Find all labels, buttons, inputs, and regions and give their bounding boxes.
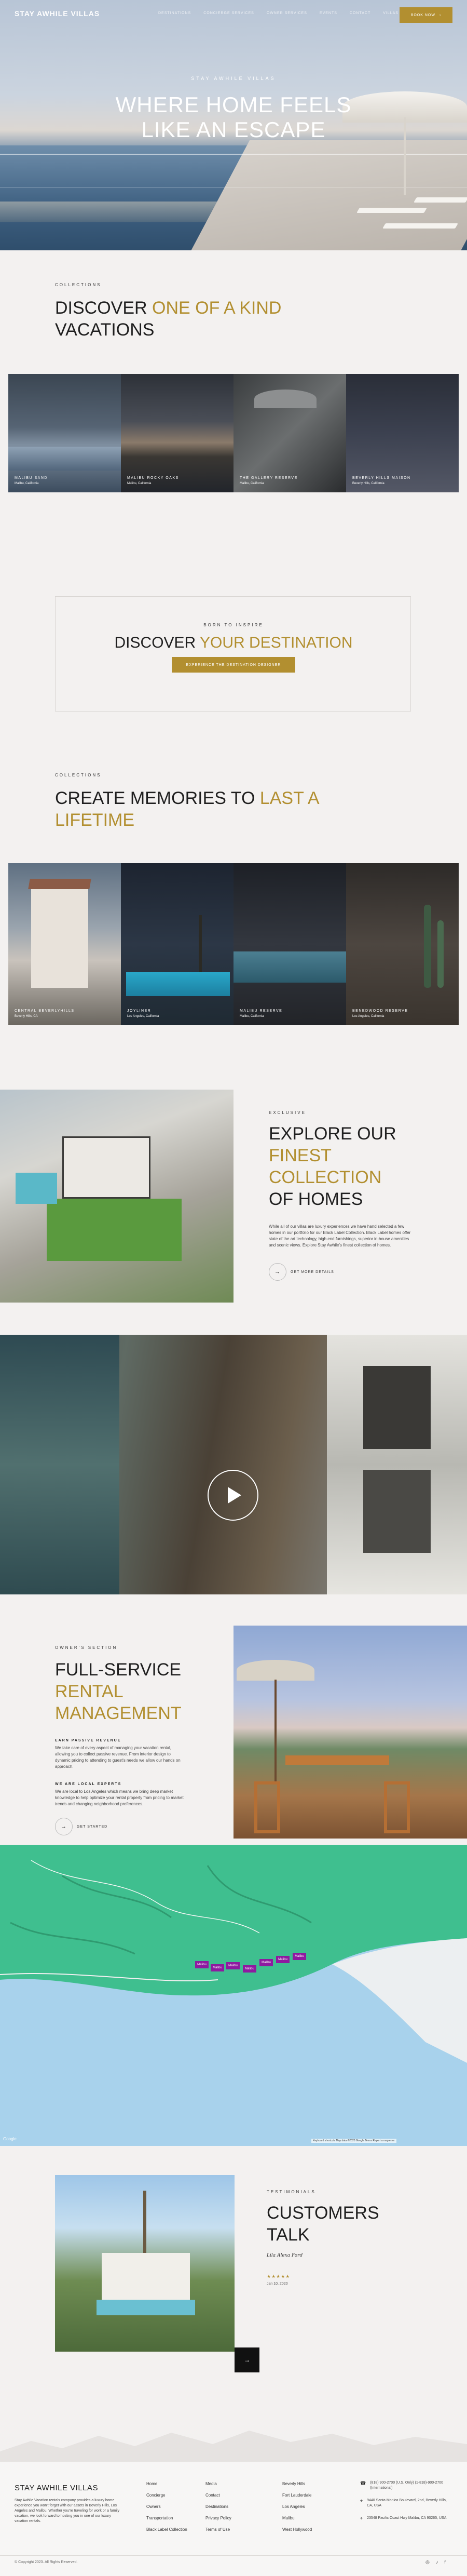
- footer-link[interactable]: Malibu: [282, 2513, 312, 2524]
- property-card-malibu-sand[interactable]: MALIBU SAND Malibu, California: [8, 374, 121, 492]
- testimonial-date: Jan 10, 2020: [267, 2282, 288, 2286]
- property-card-central-beverlyhills[interactable]: CENTRAL BEVERLYHILLS Beverly Hills, CA: [8, 863, 121, 1025]
- property-card-malibu-rocky-oaks[interactable]: MALIBU ROCKY OAKS Malibu, California: [121, 374, 233, 492]
- get-more-details-button[interactable]: → GET MORE DETAILS: [269, 1263, 334, 1281]
- collections-title: DISCOVER ONE OF A KIND VACATIONS: [55, 298, 282, 340]
- get-started-button[interactable]: → GET STARTED: [55, 1818, 107, 1835]
- nav-item-concierge[interactable]: CONCIERGE SERVICES: [203, 11, 254, 15]
- exclusive-aerial-image: [0, 1090, 233, 1303]
- owners-eyebrow: OWNER'S SECTION: [55, 1645, 118, 1650]
- footer-logo[interactable]: STAY AWHILE VILLAS: [15, 2484, 98, 2492]
- owners-point: EARN PASSIVE REVENUE We take care of eve…: [55, 1739, 181, 1769]
- footer-link[interactable]: Los Angeles: [282, 2501, 312, 2513]
- footer-link[interactable]: West Hollywood: [282, 2524, 312, 2535]
- map-pin[interactable]: Malibu: [243, 1965, 256, 1973]
- destination-title: DISCOVER YOUR DESTINATION: [114, 634, 353, 651]
- property-card-malibu-reserve[interactable]: MALIBU RESERVE Malibu, California: [233, 863, 346, 1025]
- arrow-right-icon: →: [55, 1818, 73, 1835]
- video-section[interactable]: [0, 1335, 467, 1594]
- arrow-right-icon: →: [244, 2356, 250, 2364]
- footer-link[interactable]: Contact: [205, 2490, 231, 2501]
- destination-box: BORN TO INSPIRE DISCOVER YOUR DESTINATIO…: [55, 596, 411, 712]
- map-pin[interactable]: Malibu: [211, 1964, 224, 1971]
- nav-item-destinations[interactable]: DESTINATIONS: [158, 11, 191, 15]
- footer-link[interactable]: Media: [205, 2478, 231, 2490]
- map-pin[interactable]: Malibu: [259, 1959, 273, 1966]
- footer-link[interactable]: Owners: [146, 2501, 187, 2513]
- location-pin-icon: ⌖: [360, 2516, 363, 2521]
- footer-link[interactable]: Home: [146, 2478, 187, 2490]
- map-attribution[interactable]: Keyboard shortcuts Map data ©2023 Google…: [311, 2139, 396, 2143]
- footer-link[interactable]: Terms of Use: [205, 2524, 231, 2535]
- tiktok-icon[interactable]: ♪: [436, 2559, 438, 2565]
- testimonial-image: [55, 2175, 235, 2352]
- site-logo[interactable]: STAY AWHILE VILLAS: [15, 9, 100, 18]
- footer: STAY AWHILE VILLAS Stay Awhile Vacation …: [0, 2462, 467, 2576]
- owners-patio-image: [233, 1626, 467, 1839]
- nav-item-owner-services[interactable]: OWNER SERVICES: [267, 11, 307, 15]
- property-card-gallery-reserve[interactable]: THE GALLERY RESERVE Malibu, California: [233, 374, 346, 492]
- location-pin-icon: ⌖: [360, 2498, 363, 2503]
- footer-link[interactable]: Privacy Policy: [205, 2513, 231, 2524]
- map-canvas: [0, 1860, 467, 2146]
- exclusive-eyebrow: EXCLUSIVE: [269, 1110, 306, 1115]
- arrow-right-icon: →: [269, 1263, 286, 1281]
- footer-about: Stay Awhile Vacation rentals company pro…: [15, 2499, 120, 2523]
- collections2-eyebrow: COLLECTIONS: [55, 773, 102, 777]
- footer-link[interactable]: Concierge: [146, 2490, 187, 2501]
- footer-link[interactable]: Black Label Collection: [146, 2524, 187, 2535]
- footer-links-col3: Beverly Hills Fort Lauderdale Los Angele…: [282, 2478, 312, 2535]
- property-card-joyliner[interactable]: JOYLINER Los Angeles, California: [121, 863, 233, 1025]
- exclusive-body: While all of our villas are luxury exper…: [269, 1224, 411, 1247]
- testimonials-eyebrow: TESTIMONIALS: [267, 2190, 316, 2194]
- collections-eyebrow: COLLECTIONS: [55, 283, 102, 287]
- owners-title: FULL-SERVICE RENTAL MANAGEMENT: [55, 1660, 182, 1723]
- property-card-beverly-hills-maison[interactable]: BEVERLY HILLS MAISON Beverly Hills, Cali…: [346, 374, 459, 492]
- facebook-icon[interactable]: f: [444, 2559, 446, 2565]
- footer-contact: ☎ (818) 900-2700 (U.S. Only) (1-818)-900…: [360, 2480, 447, 2521]
- map-pin[interactable]: Malibu: [195, 1961, 209, 1968]
- play-video-button[interactable]: [208, 1470, 258, 1521]
- book-now-button[interactable]: BOOK NOW ›: [400, 7, 452, 23]
- main-nav: DESTINATIONS CONCIERGE SERVICES OWNER SE…: [158, 11, 399, 15]
- footer-links-col2: Media Contact Destinations Privacy Polic…: [205, 2478, 231, 2535]
- instagram-icon[interactable]: ◎: [425, 2559, 430, 2565]
- footer-link[interactable]: Destinations: [205, 2501, 231, 2513]
- hero-section: STAY AWHILE VILLAS DESTINATIONS CONCIERG…: [0, 0, 467, 250]
- property-map[interactable]: Malibu Malibu Malibu Malibu Malibu Malib…: [0, 1845, 467, 2146]
- map-pin[interactable]: Malibu: [293, 1953, 306, 1960]
- destination-designer-button[interactable]: EXPERIENCE THE DESTINATION DESIGNER: [172, 657, 295, 673]
- nav-item-events[interactable]: EVENTS: [320, 11, 337, 15]
- phone-icon: ☎: [360, 2480, 366, 2486]
- owners-point: WE ARE LOCAL EXPERTS We are local to Los…: [55, 1782, 184, 1806]
- footer-link[interactable]: Beverly Hills: [282, 2478, 312, 2490]
- footer-link[interactable]: Fort Lauderdale: [282, 2490, 312, 2501]
- testimonial-signature: Lila Alexa Ford: [267, 2253, 303, 2258]
- google-logo: Google: [3, 2137, 17, 2141]
- nav-item-villas[interactable]: VILLAS: [383, 11, 399, 15]
- play-icon: [228, 1487, 241, 1504]
- nav-item-contact[interactable]: CONTACT: [350, 11, 370, 15]
- collections2-title: CREATE MEMORIES TO LAST A LIFETIME: [55, 788, 320, 830]
- testimonial-next-button[interactable]: →: [235, 2347, 259, 2372]
- hero-title: WHERE HOME FEELS LIKE AN ESCAPE: [115, 92, 352, 142]
- testimonial-stars: ★★★★★: [267, 2274, 291, 2279]
- copyright: © Copyright 2023. All Rights Reserved.: [15, 2560, 78, 2564]
- map-pin[interactable]: Malibu: [226, 1962, 240, 1969]
- hero-eyebrow: STAY AWHILE VILLAS: [191, 76, 276, 81]
- footer-links-col1: Home Concierge Owners Transportation Bla…: [146, 2478, 187, 2535]
- testimonials-title: CUSTOMERS TALK: [267, 2203, 379, 2245]
- map-pin[interactable]: Malibu: [276, 1956, 290, 1963]
- footer-link[interactable]: Transportation: [146, 2513, 187, 2524]
- chevron-right-icon: ›: [439, 13, 442, 17]
- exclusive-title: EXPLORE OUR FINEST COLLECTION OF HOMES: [269, 1124, 396, 1209]
- social-links: ◎ ♪ f: [425, 2559, 446, 2565]
- property-card-benedwood-reserve[interactable]: BENEDWOOD RESERVE Los Angeles, Californi…: [346, 863, 459, 1025]
